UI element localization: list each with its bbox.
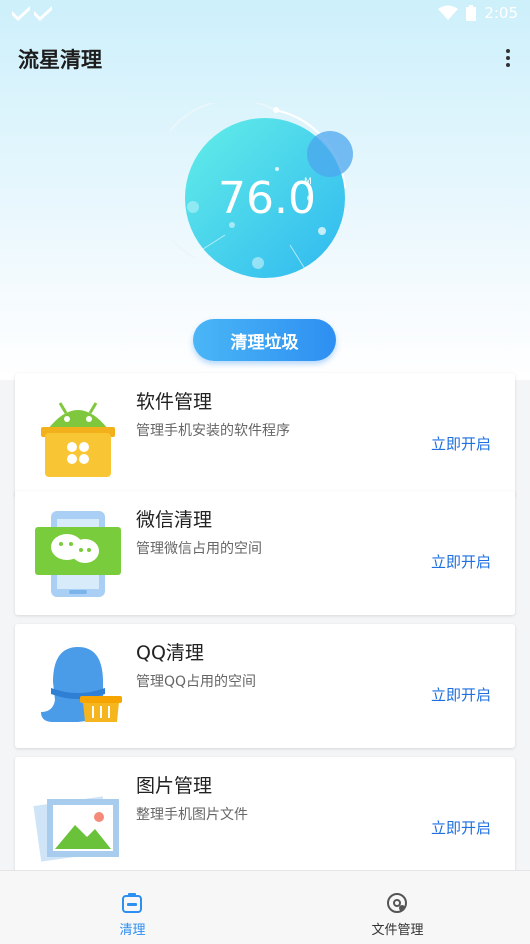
feature-card-qq[interactable]: QQ清理 管理QQ占用的空间 立即开启 — [15, 624, 515, 748]
feature-open-link[interactable]: 立即开启 — [431, 817, 491, 838]
feature-card-wechat[interactable]: 微信清理 管理微信占用的空间 立即开启 — [15, 491, 515, 615]
nav-tab-clean[interactable]: 清理 — [0, 871, 265, 944]
file-manage-icon — [387, 893, 407, 913]
app-bar: 流星清理 — [0, 40, 530, 80]
nav-tab-file-manage[interactable]: 文件管理 — [265, 871, 530, 944]
feature-title: QQ清理 — [136, 642, 204, 664]
android-box-icon — [41, 402, 115, 477]
more-options-button[interactable] — [500, 46, 516, 70]
nav-label: 清理 — [119, 923, 146, 938]
feature-open-link[interactable]: 立即开启 — [431, 684, 491, 705]
nav-label: 文件管理 — [371, 923, 424, 938]
clean-icon — [122, 893, 142, 913]
feature-desc: 管理手机安装的软件程序 — [136, 423, 290, 439]
status-time: 2:05 — [484, 4, 518, 22]
battery-icon — [466, 5, 477, 21]
feature-card-software[interactable]: 软件管理 管理手机安装的软件程序 立即开启 — [15, 373, 515, 497]
notification-icons — [10, 4, 56, 26]
feature-open-link[interactable]: 立即开启 — [431, 433, 491, 454]
feature-desc: 整理手机图片文件 — [136, 807, 248, 823]
picture-icon — [33, 796, 119, 862]
feature-open-link[interactable]: 立即开启 — [431, 551, 491, 572]
feature-title: 微信清理 — [136, 509, 213, 531]
clean-junk-button[interactable]: 清理垃圾 — [193, 319, 336, 361]
feature-desc: 管理QQ占用的空间 — [136, 674, 257, 690]
gauge-unit: M — [304, 177, 312, 187]
app-notification-icon — [12, 6, 52, 21]
wechat-icon — [35, 511, 121, 597]
feature-title: 图片管理 — [136, 775, 213, 797]
app-title: 流星清理 — [18, 48, 102, 72]
bottom-navigation: 清理 文件管理 — [0, 870, 530, 944]
qq-icon — [41, 647, 122, 722]
feature-title: 软件管理 — [136, 391, 213, 413]
wifi-icon — [438, 5, 459, 20]
status-bar: 2:05 — [0, 0, 530, 28]
feature-card-pictures[interactable]: 图片管理 整理手机图片文件 立即开启 — [15, 757, 515, 881]
feature-desc: 管理微信占用的空间 — [136, 541, 262, 557]
